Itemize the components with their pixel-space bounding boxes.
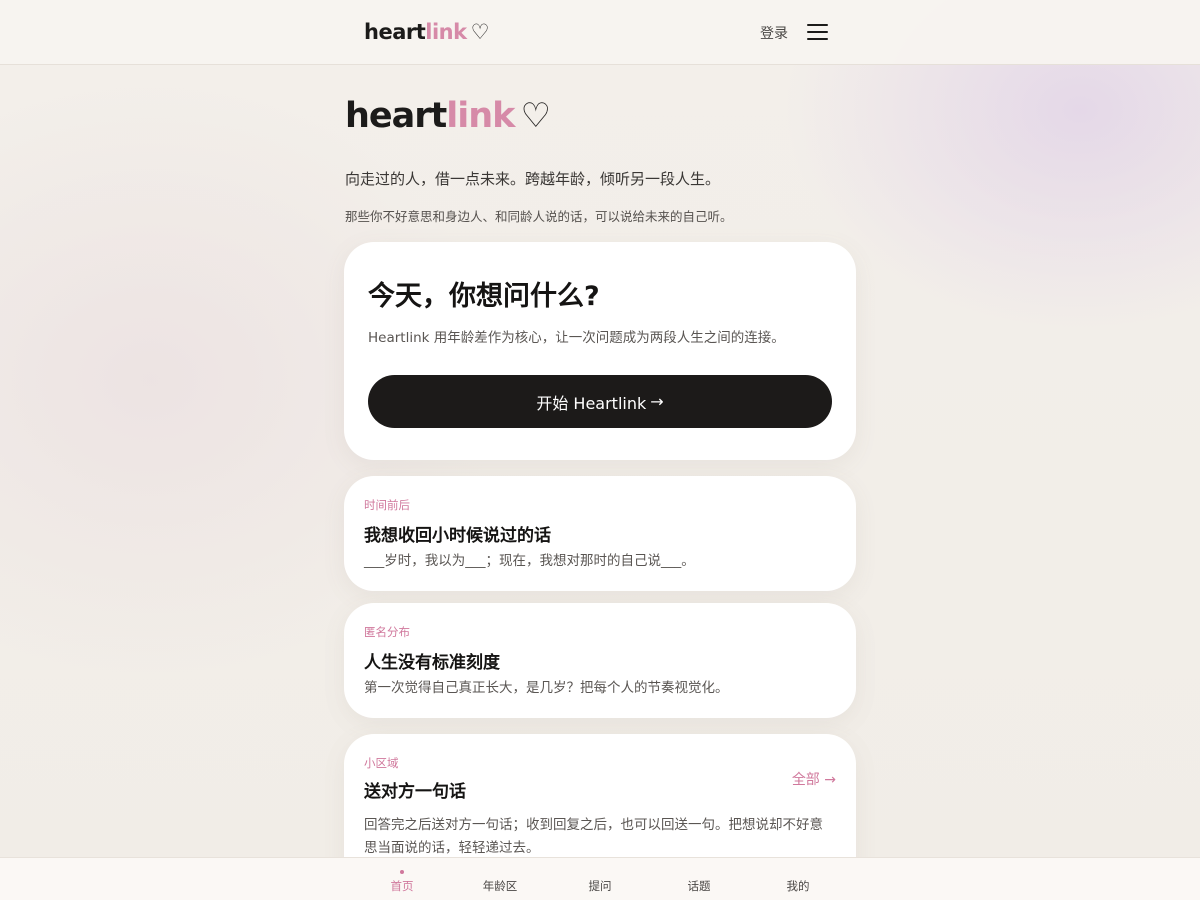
topic-tag: 匿名分布 [364,625,410,639]
logo-text-heart: heart [364,20,426,44]
ask-card: 今天，你想问什么? Heartlink 用年龄差作为核心，让一次问题成为两段人生… [344,242,856,460]
arrow-right-icon: → [650,392,664,411]
topic-title: 送对方一句话 [364,782,466,802]
hero-logo: heartlink ♡ [345,96,551,136]
hero-logo-text-link: link [446,96,515,136]
topic-description: 第一次觉得自己真正长大，是几岁？把每个人的节奏视觉化。 [364,680,729,696]
topic-description: ___岁时，我以为___；现在，我想对那时的自己说___。 [364,553,695,569]
topic-title: 人生没有标准刻度 [364,653,500,673]
ask-card-description: Heartlink 用年龄差作为核心，让一次问题成为两段人生之间的连接。 [368,330,785,346]
active-indicator-dot [400,870,404,874]
heart-icon: ♡ [470,20,490,44]
start-button-label: 开始 Heartlink [536,393,647,413]
tab-ask[interactable]: 提问 [560,858,640,900]
tab-label: 首页 [390,879,414,893]
tab-label: 我的 [786,879,810,893]
hero-logo-text-heart: heart [345,96,447,136]
header-logo[interactable]: heartlink ♡ [364,18,489,46]
logo-text-link: link [425,20,467,44]
topic-title: 我想收回小时候说过的话 [364,526,551,546]
hamburger-menu-icon[interactable] [807,22,829,42]
topic-tag: 小区域 [364,756,399,770]
tab-topics[interactable]: 话题 [659,858,739,900]
tab-label: 提问 [588,879,612,893]
hero-subtagline: 那些你不好意思和身边人、和同龄人说的话，可以说给未来的自己听。 [345,209,733,224]
topic-tag: 时间前后 [364,498,410,512]
tab-age-zone[interactable]: 年龄区 [460,858,540,900]
tab-label: 话题 [687,879,711,893]
topic-description: 回答完之后送对方一句话；收到回复之后，也可以回送一句。把想说却不好意思当面说的话… [364,817,823,856]
topic-card-time[interactable]: 时间前后 我想收回小时候说过的话 ___岁时，我以为___；现在，我想对那时的自… [344,476,856,591]
hero-tagline: 向走过的人，借一点未来。跨越年龄，倾听另一段人生。 [345,170,721,188]
hero-heart-icon: ♡ [520,96,551,136]
tab-home[interactable]: 首页 [362,858,442,900]
bottom-tab-bar: 首页 年龄区 提问 话题 我的 [0,857,1200,900]
view-all-link[interactable]: 全部 → [792,769,836,789]
top-nav-bar: heartlink ♡ 登录 [0,0,1200,65]
topic-card-distribution[interactable]: 匿名分布 人生没有标准刻度 第一次觉得自己真正长大，是几岁？把每个人的节奏视觉化… [344,603,856,718]
login-link[interactable]: 登录 [760,23,788,43]
tab-mine[interactable]: 我的 [758,858,838,900]
tab-label: 年龄区 [482,879,518,893]
start-heartlink-button[interactable]: 开始 Heartlink → [368,375,832,428]
ask-card-title: 今天，你想问什么? [368,281,600,312]
